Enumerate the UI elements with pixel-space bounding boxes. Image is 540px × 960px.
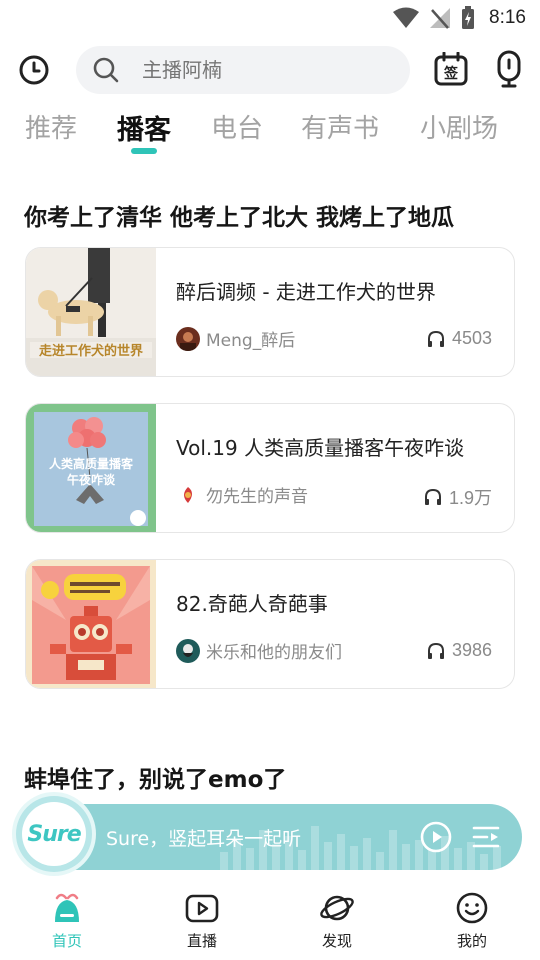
avatar [176,638,200,663]
search-bar[interactable] [76,46,410,94]
category-tabs: 推荐 播客 电台 有声书 小剧场 [0,104,540,156]
podcast-cover [26,560,156,688]
play-count: 1.9万 [424,484,492,510]
bottom-navigation: 首页 直播 发现 我的 [0,886,540,960]
mini-player[interactable]: Sure，竖起耳朵一起听 [20,804,522,870]
podcast-author[interactable]: Meng_醉后 [176,326,295,351]
tab-podcast[interactable]: 播客 [117,108,171,147]
play-count-value: 3986 [451,640,492,660]
active-tab-indicator [131,148,157,154]
headphones-icon [427,642,444,659]
podcast-card[interactable]: 人类高质量播客午夜咋谈 Vol.19 人类高质量播客午夜咋谈 勿先生的声音 1.… [25,403,515,533]
tab-recommend[interactable]: 推荐 [25,108,77,145]
headphones-icon [424,488,441,505]
status-bar: 8:16 [0,0,540,36]
podcast-title: 82.奇葩人奇葩事 [176,592,328,616]
microphone-icon [497,50,521,88]
planet-icon [320,895,354,921]
play-count-value: 4503 [451,328,492,348]
playlist-icon [472,826,500,848]
battery-charging-icon [462,6,475,29]
history-button[interactable] [16,52,52,88]
podcast-title: Vol.19 人类高质量播客午夜咋谈 [176,436,465,460]
cover-caption: 走进工作犬的世界 [38,344,143,359]
podcast-cover: 人类高质量播客午夜咋谈 [26,404,156,532]
avatar [176,326,200,351]
cover-caption: 人类高质量播客午夜咋谈 [48,457,133,487]
nav-home[interactable]: 首页 [27,890,107,951]
play-count: 4503 [427,328,492,349]
clock-icon [19,55,49,85]
podcast-cover: 走进工作犬的世界 [26,248,156,376]
play-count: 3986 [427,640,492,661]
no-signal-icon [430,8,451,29]
voice-search-button[interactable] [494,50,524,88]
play-button[interactable] [420,821,452,853]
calendar-sign-icon: 签 [434,51,468,86]
nav-live[interactable]: 直播 [162,890,242,951]
player-logo[interactable]: Sure [16,796,92,872]
tab-mini-theater[interactable]: 小剧场 [420,108,498,145]
nav-label: 直播 [186,932,217,950]
logo-text: Sure [27,821,81,847]
nav-discover[interactable]: 发现 [297,890,377,951]
podcast-title: 醉后调频 - 走进工作犬的世界 [176,280,436,304]
avatar [176,482,200,507]
playlist-button[interactable] [472,823,500,851]
play-icon [420,821,452,853]
podcast-card[interactable]: 走进工作犬的世界 醉后调频 - 走进工作犬的世界 Meng_醉后 4503 [25,247,515,377]
author-name: 米乐和他的朋友们 [206,643,342,663]
home-icon [55,893,79,922]
top-bar: 签 [0,44,540,96]
podcast-card[interactable]: 82.奇葩人奇葩事 米乐和他的朋友们 3986 [25,559,515,689]
author-name: Meng_醉后 [206,331,296,351]
sign-in-button[interactable]: 签 [434,51,468,86]
player-title: Sure，竖起耳朵一起听 [106,828,302,850]
wifi-icon [393,7,420,28]
smile-icon [456,892,488,924]
tab-audiobook[interactable]: 有声书 [301,108,379,145]
headphones-icon [427,330,444,347]
live-icon [185,894,219,923]
section-title: 蚌埠住了，别说了emo了 [24,767,287,793]
search-input[interactable] [142,58,382,82]
author-name: 勿先生的声音 [206,487,308,507]
nav-label: 发现 [321,932,352,950]
podcast-author[interactable]: 米乐和他的朋友们 [176,638,342,663]
sign-icon-text: 签 [443,65,459,82]
nav-label: 我的 [456,932,487,950]
podcast-author[interactable]: 勿先生的声音 [176,482,308,507]
search-icon [93,57,119,83]
section-title: 你考上了清华 他考上了北大 我烤上了地瓜 [24,205,455,231]
nav-label: 首页 [51,932,82,950]
play-count-value: 1.9万 [448,488,492,508]
tab-radio[interactable]: 电台 [211,108,263,145]
nav-profile[interactable]: 我的 [432,890,512,951]
clock-time: 8:16 [489,7,526,28]
